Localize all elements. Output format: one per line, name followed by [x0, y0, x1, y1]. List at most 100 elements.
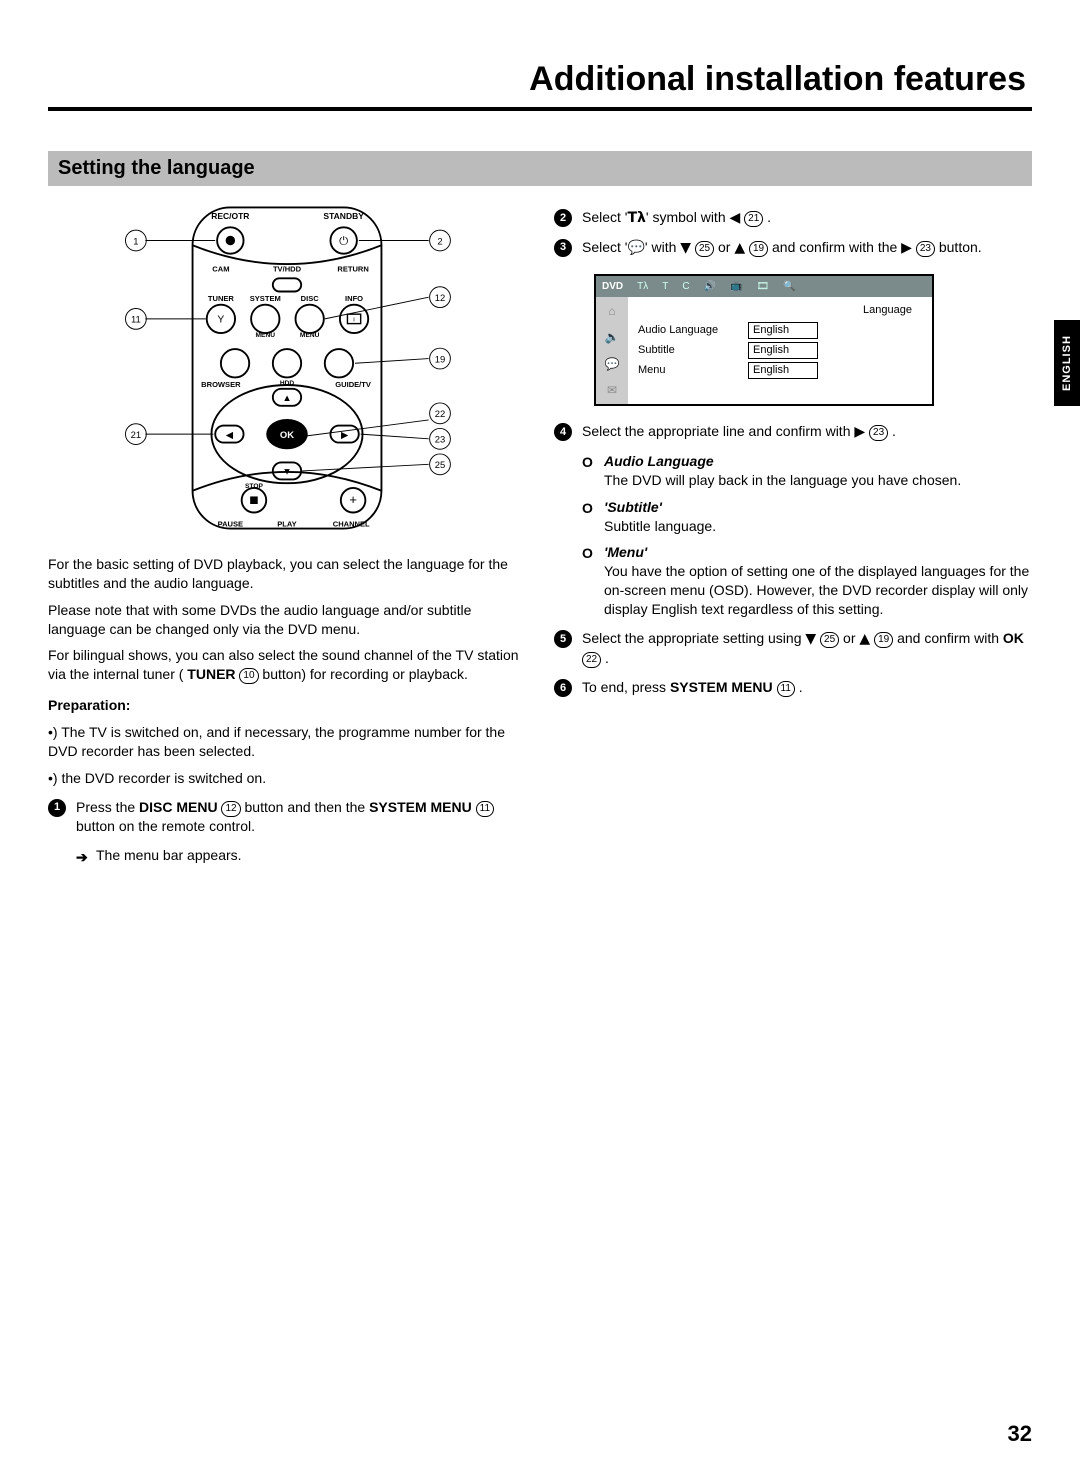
osd-row-value: English — [748, 322, 818, 339]
svg-text:21: 21 — [131, 430, 142, 441]
svg-text:⏻: ⏻ — [339, 235, 348, 247]
bullet-icon: O — [582, 544, 593, 563]
label-browser: BROWSER — [201, 380, 241, 389]
down-arrow-icon: ▼ — [680, 240, 691, 256]
language-tab: ENGLISH — [1054, 320, 1080, 406]
svg-text:◀: ◀ — [226, 430, 233, 441]
ref-23: 23 — [869, 425, 888, 441]
osd-heading: Language — [638, 303, 922, 318]
label-play: PLAY — [277, 520, 296, 529]
osd-row-value: English — [748, 342, 818, 359]
label-tvhdd: TV/HDD — [273, 265, 302, 274]
prep-item-1: •) The TV is switched on, and if necessa… — [48, 723, 526, 761]
ref-19: 19 — [749, 241, 768, 257]
label-pause: PAUSE — [218, 520, 243, 529]
label-info: INFO — [345, 294, 363, 303]
ref-25: 25 — [820, 632, 839, 648]
osd-tab: C — [682, 280, 689, 294]
osd-tab: 📺 — [730, 280, 742, 294]
prep-item-2: •) the DVD recorder is switched on. — [48, 769, 526, 788]
svg-text:+: + — [349, 492, 357, 507]
title-rule — [48, 107, 1032, 111]
label-stop: STOP — [245, 483, 263, 490]
speech-icon: 💬 — [627, 240, 644, 256]
ref-23: 23 — [916, 241, 935, 257]
step-2: 2 Select 'Tλ' symbol with ◀ 21 . — [554, 208, 1032, 228]
step-number-icon: 1 — [48, 799, 66, 817]
label-menu1: MENU — [256, 332, 276, 339]
preparation-heading: Preparation: — [48, 696, 526, 715]
intro-p2: Please note that with some DVDs the audi… — [48, 601, 526, 639]
svg-text:11: 11 — [131, 315, 141, 326]
label-standby: STANDBY — [323, 211, 364, 221]
step-number-icon: 6 — [554, 679, 572, 697]
right-arrow-icon: ▶ — [854, 424, 865, 440]
right-arrow-icon: ▶ — [901, 240, 912, 256]
option-menu: O 'Menu' You have the option of setting … — [582, 543, 1032, 619]
label-cam: CAM — [212, 265, 229, 274]
step-6: 6 To end, press SYSTEM MENU 11 . — [554, 678, 1032, 697]
step-1-result: ➔ The menu bar appears. — [48, 846, 526, 865]
osd-tab: 🔊 — [704, 280, 716, 294]
page-title: Additional installation features — [48, 60, 1032, 99]
label-channel: CHANNEL — [333, 520, 370, 529]
osd-side-icon: 🔈 — [605, 329, 620, 345]
svg-text:▼: ▼ — [282, 467, 291, 478]
up-arrow-icon: ▲ — [859, 631, 870, 647]
option-audio-language: O Audio Language The DVD will play back … — [582, 452, 1032, 490]
svg-text:19: 19 — [435, 354, 446, 365]
label-tuner: TUNER — [208, 294, 235, 303]
ref-22: 22 — [582, 652, 601, 668]
osd-side-icon: ⌂ — [608, 303, 615, 319]
label-guide: GUIDE/TV — [335, 380, 371, 389]
bullet-icon: O — [582, 453, 593, 472]
label-recotr: REC/OTR — [211, 211, 249, 221]
svg-text:12: 12 — [435, 293, 446, 304]
osd-tab: Tλ — [637, 280, 648, 294]
up-arrow-icon: ▲ — [734, 240, 745, 256]
svg-text:Y: Y — [217, 315, 224, 326]
ref-25: 25 — [695, 241, 714, 257]
step-5: 5 Select the appropriate setting using ▼… — [554, 629, 1032, 668]
step-number-icon: 5 — [554, 630, 572, 648]
step-number-icon: 2 — [554, 209, 572, 227]
osd-tab: 🔍 — [783, 280, 795, 294]
ref-19: 19 — [874, 632, 893, 648]
osd-side-icon: ✉ — [607, 382, 617, 398]
result-arrow-icon: ➔ — [76, 848, 88, 867]
svg-text:22: 22 — [435, 409, 446, 420]
osd-screenshot: DVD Tλ T C 🔊 📺 🎞 🔍 ⌂ 🔈 💬 ✉ — [594, 274, 934, 406]
intro-p1: For the basic setting of DVD playback, y… — [48, 555, 526, 593]
osd-row-value: English — [748, 362, 818, 379]
down-arrow-icon: ▼ — [805, 631, 816, 647]
osd-hint: DVD — [602, 280, 623, 294]
osd-tab: T — [662, 280, 668, 294]
step-3: 3 Select '💬' with ▼ 25 or ▲ 19 and confi… — [554, 238, 1032, 258]
ref-11: 11 — [476, 801, 494, 817]
osd-row-label: Menu — [638, 363, 748, 378]
ref-21: 21 — [744, 211, 763, 227]
label-return: RETURN — [337, 265, 368, 274]
toolbar-icon: Tλ — [627, 210, 645, 226]
label-ok: OK — [280, 430, 294, 441]
section-heading: Setting the language — [48, 151, 1032, 186]
intro-p3: For bilingual shows, you can also select… — [48, 646, 526, 684]
ref-10: 10 — [239, 668, 258, 684]
label-disc: DISC — [301, 294, 320, 303]
svg-text:23: 23 — [435, 435, 446, 446]
svg-text:2: 2 — [437, 236, 442, 247]
label-hdd: HDD — [280, 380, 295, 387]
osd-side-icon: 💬 — [605, 356, 620, 372]
svg-text:25: 25 — [435, 460, 446, 471]
label-system: SYSTEM — [250, 294, 281, 303]
osd-row-label: Audio Language — [638, 323, 748, 338]
bullet-icon: O — [582, 499, 593, 518]
step-1: 1 Press the DISC MENU 12 button and then… — [48, 798, 526, 836]
step-number-icon: 3 — [554, 239, 572, 257]
svg-text:1: 1 — [133, 236, 138, 247]
page-number: 32 — [1008, 1421, 1032, 1447]
svg-text:i: i — [353, 317, 355, 324]
step-number-icon: 4 — [554, 423, 572, 441]
label-menu2: MENU — [300, 332, 320, 339]
left-arrow-icon: ◀ — [730, 210, 741, 226]
